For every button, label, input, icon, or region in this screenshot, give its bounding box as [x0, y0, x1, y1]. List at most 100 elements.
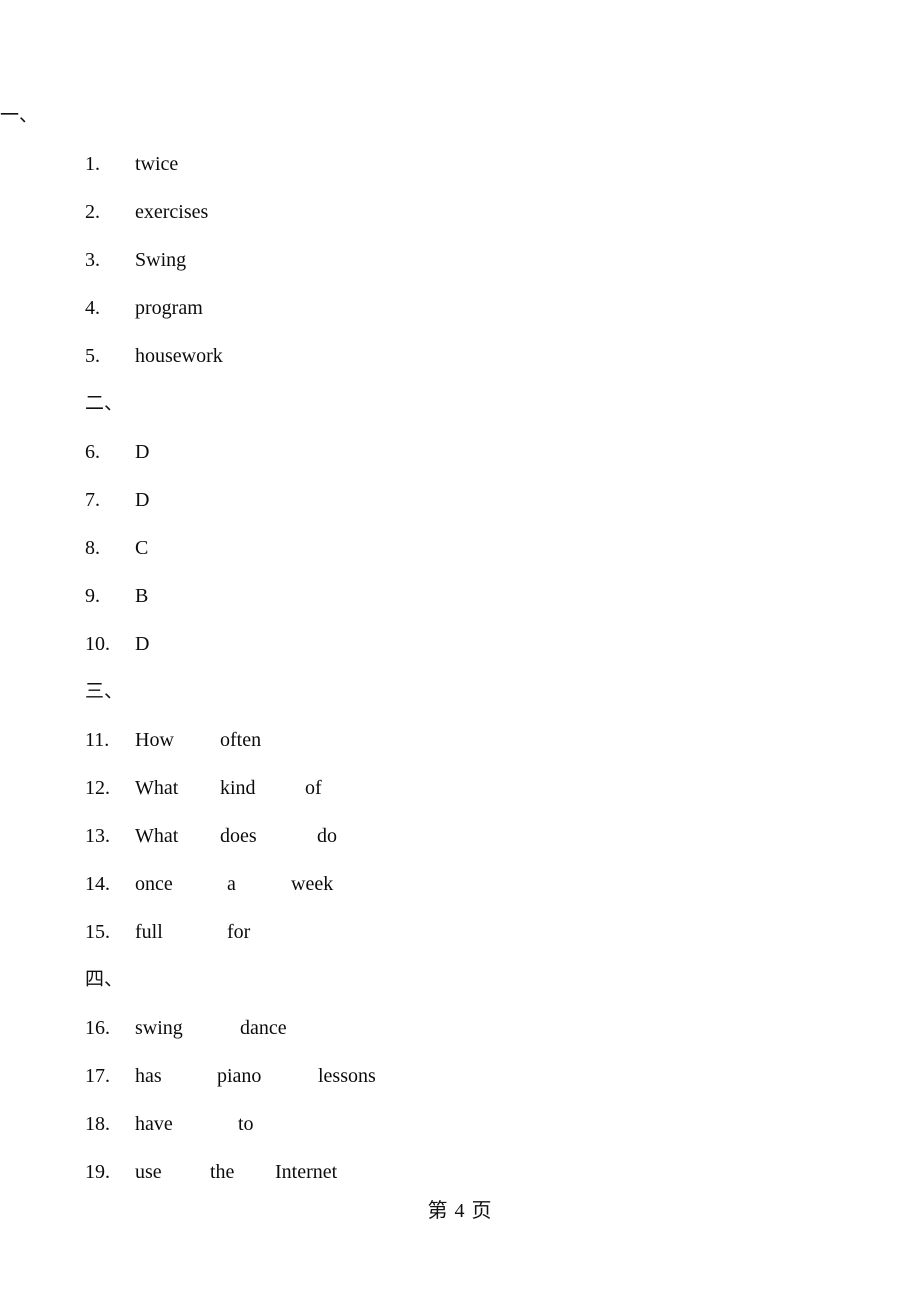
answer-cells: use the Internet: [135, 1160, 360, 1184]
item-number: 4.: [85, 297, 100, 319]
answer-cell: once: [135, 873, 173, 895]
answer-cell: C: [135, 537, 149, 559]
answer-cell: D: [135, 441, 150, 463]
answer-cells: housework: [135, 344, 223, 368]
item-number: 16.: [85, 1017, 110, 1039]
answer-cells: What does do: [135, 824, 402, 848]
answer-cell: of: [305, 777, 322, 799]
page-number-label: 第 4 页: [427, 1200, 493, 1222]
answer-cells: Swing: [135, 248, 220, 272]
answer-row: 12. What kind of: [0, 764, 920, 812]
answer-cell: full: [135, 921, 163, 943]
page-footer: 第 4 页: [0, 1199, 920, 1223]
answer-row: 10. D: [0, 620, 920, 668]
answer-cells: How often: [135, 728, 305, 752]
section-heading: 四、: [85, 969, 124, 990]
answer-cell: have: [135, 1113, 173, 1135]
section-heading: 一、: [0, 105, 39, 126]
item-number: 2.: [85, 201, 100, 223]
answer-row: 2. exercises: [0, 188, 920, 236]
item-number: 17.: [85, 1065, 110, 1087]
answer-cell: How: [135, 729, 174, 751]
section-heading: 二、: [85, 393, 124, 414]
answer-row: 16. swing dance: [0, 1004, 920, 1052]
answer-row: 17. has piano lessons: [0, 1052, 920, 1100]
answer-row: 13. What does do: [0, 812, 920, 860]
answer-cells: C: [135, 536, 220, 560]
answer-cells: twice: [135, 152, 220, 176]
answer-cells: exercises: [135, 200, 220, 224]
answer-cell: has: [135, 1065, 162, 1087]
answer-key-body: 一、 1. twice 2. exercises 3. Swing 4. pro…: [0, 0, 920, 1196]
item-number: 3.: [85, 249, 100, 271]
section-1: 一、 1. twice 2. exercises 3. Swing 4. pro…: [0, 92, 920, 380]
answer-cell: D: [135, 633, 150, 655]
answer-cell: kind: [220, 777, 256, 799]
item-number: 9.: [85, 585, 100, 607]
answer-row: 1. twice: [0, 140, 920, 188]
answer-cell: the: [210, 1161, 235, 1183]
answer-cell: What: [135, 777, 179, 799]
answer-cells: D: [135, 440, 220, 464]
answer-cells: What kind of: [135, 776, 390, 800]
answer-row: 9. B: [0, 572, 920, 620]
answer-cell: B: [135, 585, 149, 607]
answer-cells: swing dance: [135, 1016, 325, 1040]
answer-cell: twice: [135, 153, 179, 175]
answer-cell: often: [220, 729, 262, 751]
item-number: 10.: [85, 633, 110, 655]
item-number: 19.: [85, 1161, 110, 1183]
answer-cells: full for: [135, 920, 312, 944]
answer-row: 6. D: [0, 428, 920, 476]
item-number: 15.: [85, 921, 110, 943]
item-number: 5.: [85, 345, 100, 367]
document-page: 一、 1. twice 2. exercises 3. Swing 4. pro…: [0, 0, 920, 1302]
item-number: 8.: [85, 537, 100, 559]
section-4: 四、 16. swing dance 17. has piano lessons…: [0, 956, 920, 1196]
answer-row: 15. full for: [0, 908, 920, 956]
section-3: 三、 11. How often 12. What kind of 13. Wh…: [0, 668, 920, 956]
answer-row: 3. Swing: [0, 236, 920, 284]
answer-row: 5. housework: [0, 332, 920, 380]
answer-row: 7. D: [0, 476, 920, 524]
answer-cells: D: [135, 632, 220, 656]
answer-cell: housework: [135, 345, 223, 367]
answer-cell: week: [291, 873, 334, 895]
answer-cell: lessons: [318, 1065, 376, 1087]
answer-cell: exercises: [135, 201, 209, 223]
answer-cell: does: [220, 825, 257, 847]
answer-cells: B: [135, 584, 220, 608]
answer-cell: to: [238, 1113, 254, 1135]
answer-cell: Internet: [275, 1161, 338, 1183]
answer-row: 14. once a week: [0, 860, 920, 908]
section-2: 二、 6. D 7. D 8. C 9. B 10. D: [0, 380, 920, 668]
answer-cell: program: [135, 297, 203, 319]
answer-row: 19. use the Internet: [0, 1148, 920, 1196]
item-number: 14.: [85, 873, 110, 895]
section-heading: 三、: [85, 681, 124, 702]
answer-cell: piano: [217, 1065, 262, 1087]
answer-row: 18. have to: [0, 1100, 920, 1148]
answer-row: 11. How often: [0, 716, 920, 764]
item-number: 13.: [85, 825, 110, 847]
answer-cell: use: [135, 1161, 162, 1183]
item-number: 1.: [85, 153, 100, 175]
answer-row: 8. C: [0, 524, 920, 572]
answer-cell: Swing: [135, 249, 187, 271]
answer-cells: program: [135, 296, 220, 320]
answer-cell: for: [227, 921, 251, 943]
answer-cells: once a week: [135, 872, 376, 896]
answer-cell: D: [135, 489, 150, 511]
answer-cell: swing: [135, 1017, 183, 1039]
answer-cells: have to: [135, 1112, 323, 1136]
item-number: 6.: [85, 441, 100, 463]
item-number: 7.: [85, 489, 100, 511]
item-number: 18.: [85, 1113, 110, 1135]
answer-cells: has piano lessons: [135, 1064, 403, 1088]
answer-row: 4. program: [0, 284, 920, 332]
item-number: 11.: [85, 729, 110, 751]
answer-cell: do: [317, 825, 337, 847]
answer-cell: dance: [240, 1017, 287, 1039]
item-number: 12.: [85, 777, 110, 799]
answer-cell: What: [135, 825, 179, 847]
